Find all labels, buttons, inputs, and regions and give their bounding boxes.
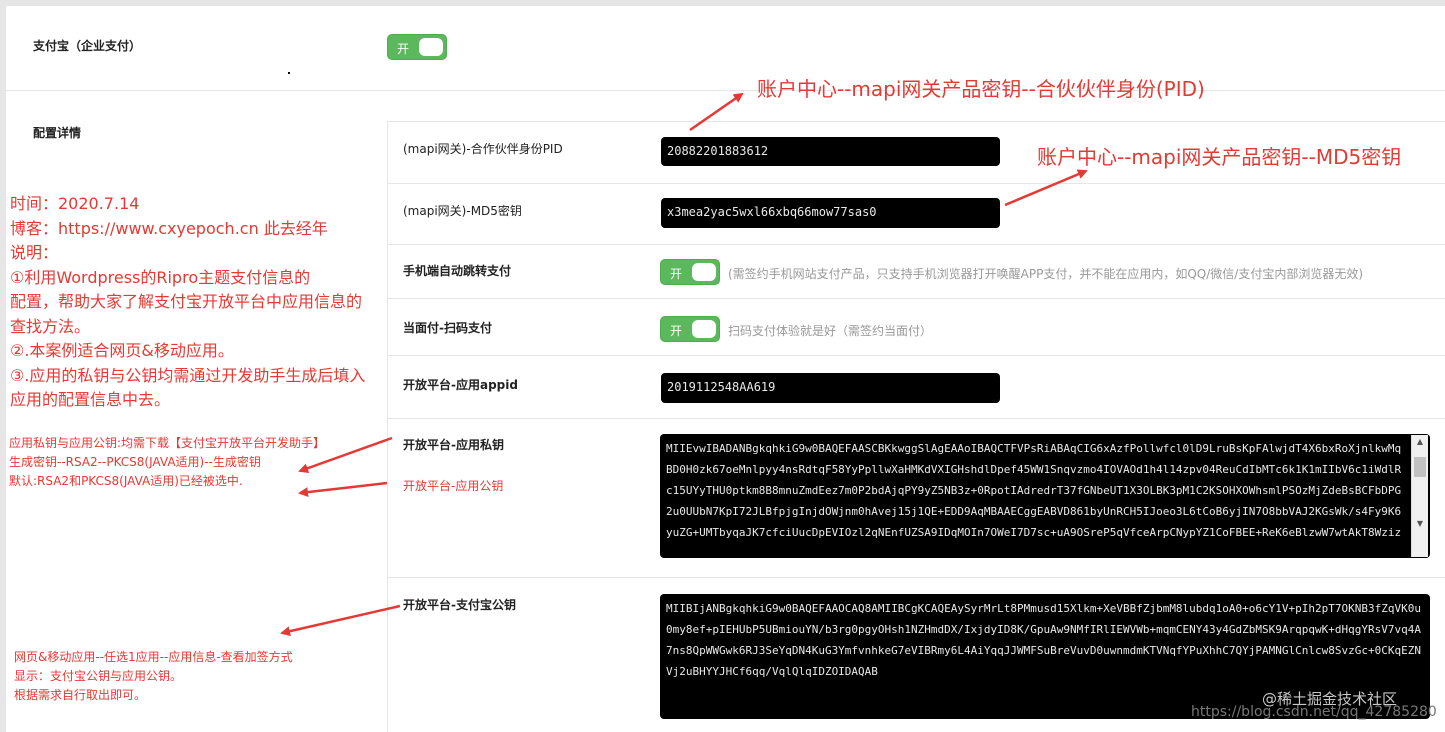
- arrow-to-pid: [689, 92, 744, 132]
- csdn-watermark: https://blog.csdn.net/qq_42785280: [1191, 704, 1437, 720]
- annotation-arrows: [280, 92, 1088, 637]
- arrow-from-alipay-key: [280, 604, 401, 637]
- arrow-to-md5: [1004, 169, 1088, 207]
- arrow-from-public-key: [298, 481, 388, 498]
- arrow-from-private-key: [298, 436, 393, 474]
